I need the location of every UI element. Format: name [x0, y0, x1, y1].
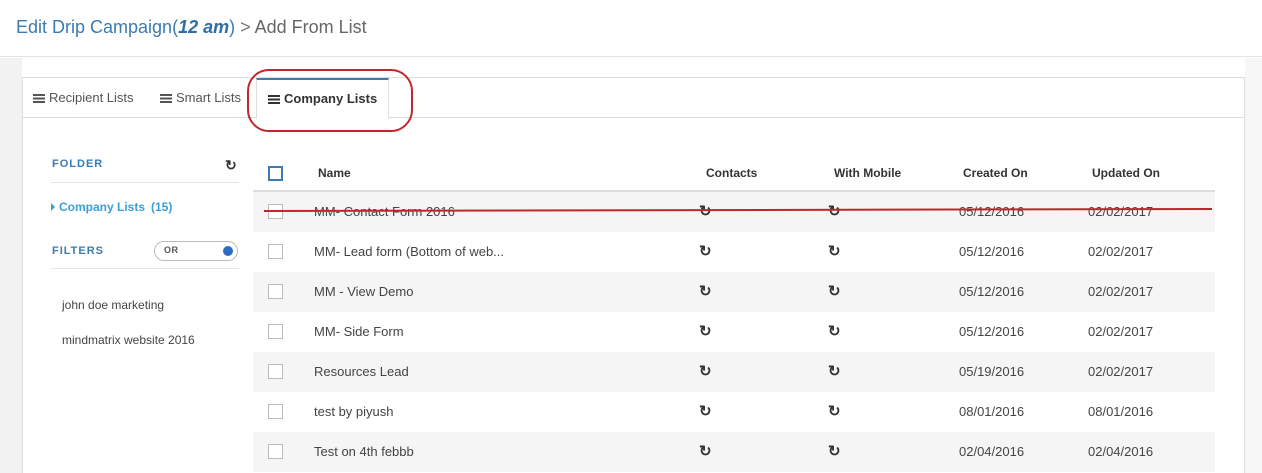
- created-date: 05/12/2016: [959, 284, 1025, 299]
- right-gutter: [1245, 58, 1262, 473]
- updated-date: 08/01/2016: [1088, 404, 1154, 419]
- tab-label: Smart Lists: [176, 90, 242, 105]
- updated-date: 02/02/2017: [1088, 284, 1154, 299]
- folder-count: (15): [151, 200, 173, 214]
- sync-icon[interactable]: ↻: [699, 404, 712, 419]
- column-header-contacts[interactable]: Contacts: [706, 155, 757, 191]
- sync-icon[interactable]: ↻: [828, 204, 841, 219]
- lists-panel: Recipient Lists Smart Lists Company List…: [22, 69, 1245, 473]
- table-row[interactable]: MM- Contact Form 2016 ↻ ↻ 05/12/2016 02/…: [253, 192, 1215, 232]
- list-icon: [268, 95, 280, 104]
- column-header-name[interactable]: Name: [318, 155, 351, 191]
- tab-bar: Recipient Lists Smart Lists Company List…: [23, 69, 1244, 132]
- table-row[interactable]: MM - View Demo ↻ ↻ 05/12/2016 02/02/2017: [253, 272, 1215, 312]
- updated-date: 02/02/2017: [1088, 244, 1154, 259]
- list-name[interactable]: Test on 4th febbb: [314, 432, 414, 472]
- table-row[interactable]: MM- Side Form ↻ ↻ 05/12/2016 02/02/2017: [253, 312, 1215, 352]
- toggle-label: OR: [164, 245, 179, 255]
- row-checkbox[interactable]: [268, 364, 283, 379]
- table-row[interactable]: Test on 4th febbb ↻ ↻ 02/04/2016 02/04/2…: [253, 432, 1215, 472]
- current-page-label: Add From List: [254, 17, 367, 37]
- sync-icon[interactable]: ↻: [828, 244, 841, 259]
- divider: [51, 182, 239, 183]
- sync-icon[interactable]: ↻: [699, 364, 712, 379]
- updated-date: 02/02/2017: [1088, 324, 1154, 339]
- folder-heading: FOLDER: [52, 158, 104, 170]
- updated-date: 02/04/2016: [1088, 444, 1154, 459]
- tab-company-lists[interactable]: Company Lists: [256, 78, 390, 119]
- row-checkbox[interactable]: [268, 244, 283, 259]
- column-header-with-mobile[interactable]: With Mobile: [834, 155, 901, 191]
- created-date: 05/12/2016: [959, 244, 1025, 259]
- refresh-icon[interactable]: ↻: [225, 157, 237, 174]
- created-date: 05/12/2016: [959, 204, 1025, 219]
- sync-icon[interactable]: ↻: [699, 284, 712, 299]
- list-icon: [33, 94, 45, 103]
- filter-item[interactable]: john doe marketing: [62, 298, 164, 312]
- sync-icon[interactable]: ↻: [828, 404, 841, 419]
- sync-icon[interactable]: ↻: [699, 444, 712, 459]
- created-date: 02/04/2016: [959, 444, 1025, 459]
- caret-right-icon: [51, 203, 55, 211]
- filter-item[interactable]: mindmatrix website 2016: [62, 333, 195, 347]
- table-row[interactable]: Resources Lead ↻ ↻ 05/19/2016 02/02/2017: [253, 352, 1215, 392]
- column-header-created-on[interactable]: Created On: [963, 155, 1028, 191]
- table-row[interactable]: MM- Lead form (Bottom of web... ↻ ↻ 05/1…: [253, 232, 1215, 272]
- filters-heading: FILTERS: [52, 245, 105, 257]
- list-name[interactable]: MM- Lead form (Bottom of web...: [314, 232, 504, 272]
- updated-date: 02/02/2017: [1088, 204, 1154, 219]
- list-name[interactable]: MM- Contact Form 2016: [314, 192, 455, 232]
- sync-icon[interactable]: ↻: [699, 244, 712, 259]
- sync-icon[interactable]: ↻: [828, 284, 841, 299]
- sync-icon[interactable]: ↻: [828, 444, 841, 459]
- divider: [51, 268, 239, 269]
- row-checkbox[interactable]: [268, 204, 283, 219]
- sync-icon[interactable]: ↻: [699, 324, 712, 339]
- sync-icon[interactable]: ↻: [828, 324, 841, 339]
- sync-icon[interactable]: ↻: [699, 204, 712, 219]
- table-row[interactable]: test by piyush ↻ ↻ 08/01/2016 08/01/2016: [253, 392, 1215, 432]
- page-header: Edit Drip Campaign(12 am) > Add From Lis…: [0, 0, 1262, 57]
- list-name[interactable]: MM- Side Form: [314, 312, 404, 352]
- list-name[interactable]: Resources Lead: [314, 352, 409, 392]
- page-title: Edit Drip Campaign(12 am) > Add From Lis…: [16, 17, 367, 38]
- sync-icon[interactable]: ↻: [828, 364, 841, 379]
- created-date: 05/19/2016: [959, 364, 1025, 379]
- select-all-checkbox[interactable]: [268, 166, 283, 181]
- toggle-knob: [223, 246, 233, 256]
- updated-date: 02/02/2017: [1088, 364, 1154, 379]
- list-name[interactable]: MM - View Demo: [314, 272, 413, 312]
- folder-item-company-lists[interactable]: Company Lists (15): [51, 200, 172, 214]
- row-checkbox[interactable]: [268, 404, 283, 419]
- tab-label: Recipient Lists: [49, 90, 134, 105]
- list-icon: [160, 94, 172, 103]
- campaign-name-link[interactable]: 12 am: [178, 17, 229, 37]
- row-checkbox[interactable]: [268, 444, 283, 459]
- left-gutter: [0, 58, 22, 473]
- filter-mode-toggle[interactable]: OR: [154, 241, 238, 261]
- tab-recipient-lists[interactable]: Recipient Lists: [33, 78, 134, 118]
- folder-label: Company Lists: [59, 200, 146, 214]
- created-date: 05/12/2016: [959, 324, 1025, 339]
- row-checkbox[interactable]: [268, 284, 283, 299]
- title-prefix: Edit Drip Campaign(: [16, 17, 179, 37]
- list-name[interactable]: test by piyush: [314, 392, 394, 432]
- tab-smart-lists[interactable]: Smart Lists: [160, 78, 241, 118]
- column-header-updated-on[interactable]: Updated On: [1092, 155, 1160, 191]
- row-checkbox[interactable]: [268, 324, 283, 339]
- tab-label: Company Lists: [284, 91, 378, 106]
- created-date: 08/01/2016: [959, 404, 1025, 419]
- breadcrumb-separator: >: [235, 17, 255, 37]
